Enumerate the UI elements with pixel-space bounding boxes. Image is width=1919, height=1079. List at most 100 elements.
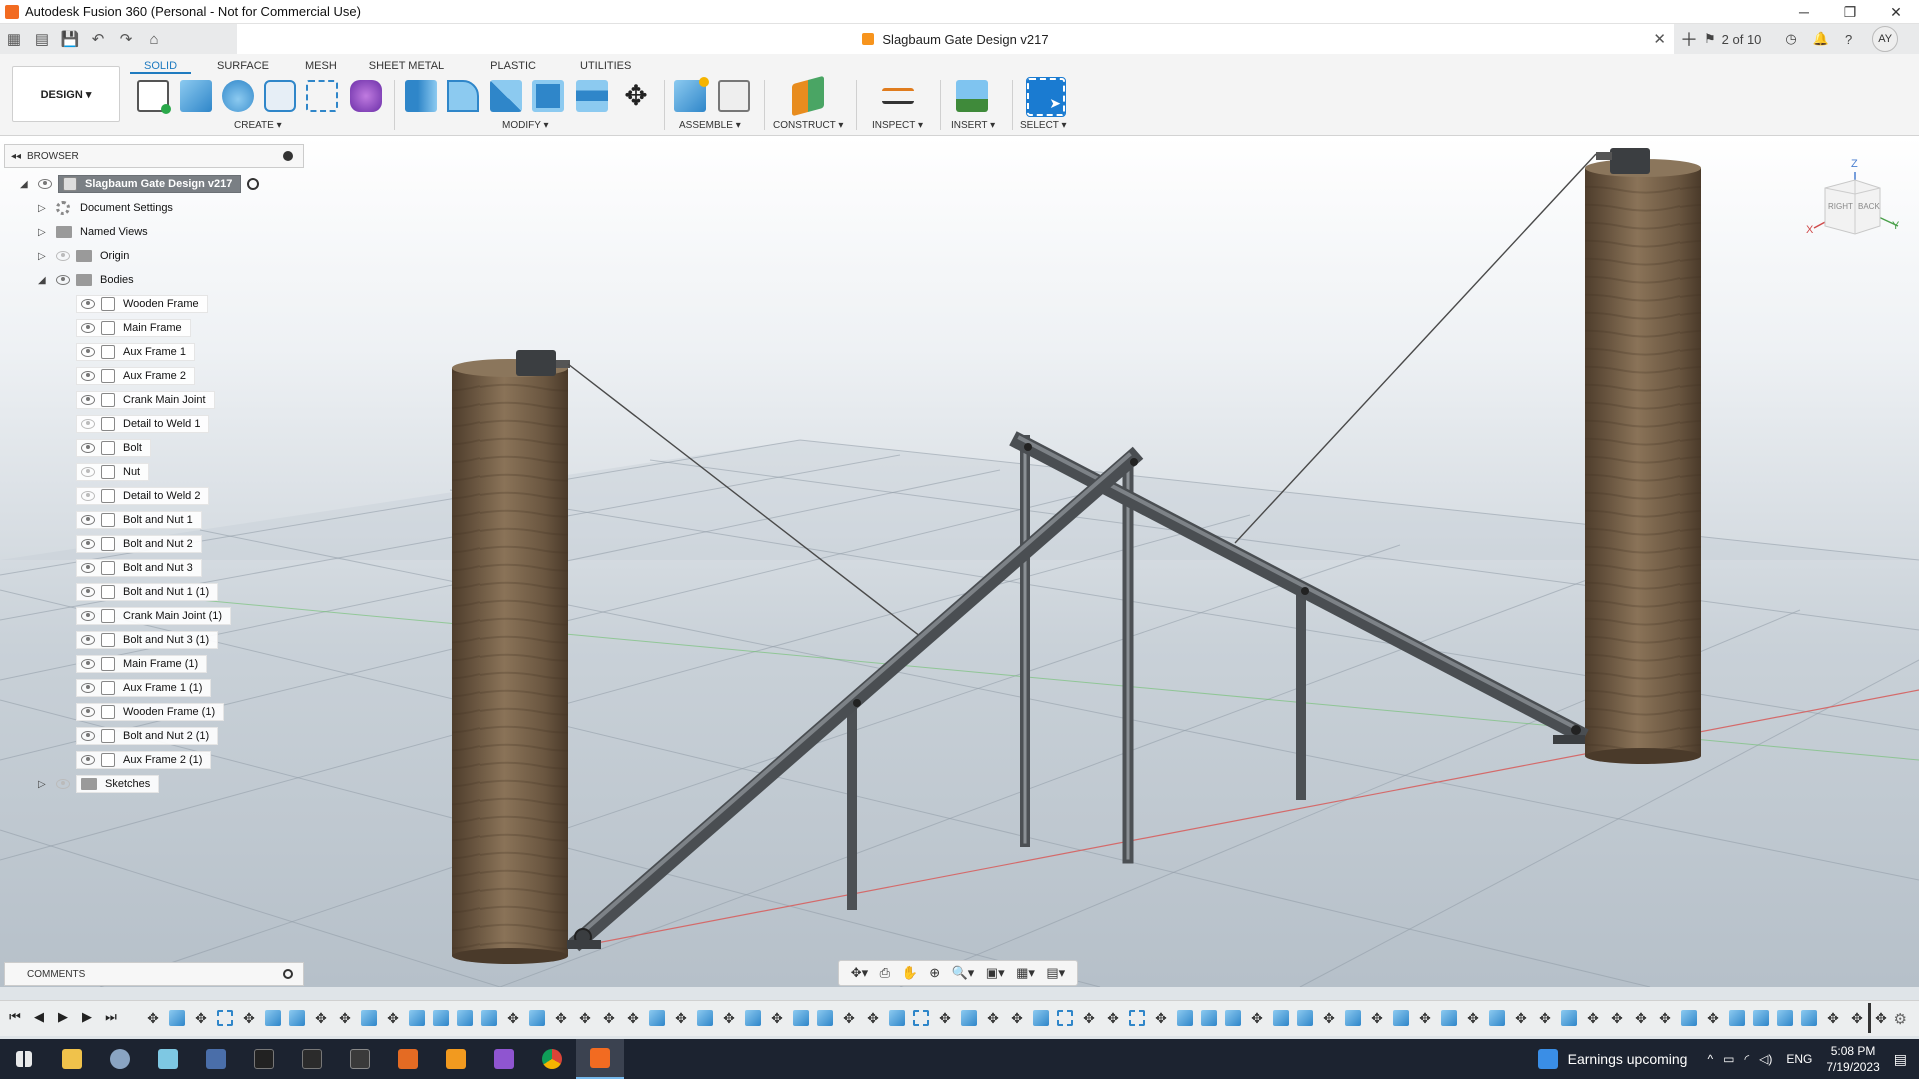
timeline-feature-box-icon[interactable] <box>361 1010 377 1026</box>
visual-studio-icon[interactable] <box>480 1039 528 1079</box>
timeline-feature-move-icon[interactable]: ✥ <box>1609 1010 1625 1026</box>
timeline-feature-move-icon[interactable]: ✥ <box>1537 1010 1553 1026</box>
visibility-eye-icon[interactable] <box>81 731 95 741</box>
timeline-feature-move-icon[interactable]: ✥ <box>193 1010 209 1026</box>
body-chip[interactable]: Aux Frame 2 <box>76 367 195 385</box>
new-tab-icon[interactable]: ＋ <box>1680 26 1698 52</box>
tree-body-item[interactable]: Bolt and Nut 3 (1) <box>76 630 219 650</box>
timeline-feature-move-icon[interactable]: ✥ <box>1081 1010 1097 1026</box>
timeline-feature-move-icon[interactable]: ✥ <box>1849 1010 1865 1026</box>
tab-sheet-metal[interactable]: SHEET METAL <box>355 58 458 74</box>
visibility-eye-icon[interactable] <box>81 611 95 621</box>
visibility-eye-icon[interactable] <box>81 395 95 405</box>
create-sketch-icon[interactable] <box>137 80 171 114</box>
body-chip[interactable]: Bolt <box>76 439 151 457</box>
timeline-feature-box-icon[interactable] <box>1033 1010 1049 1026</box>
tab-surface[interactable]: SURFACE <box>203 58 283 74</box>
body-chip[interactable]: Detail to Weld 2 <box>76 487 210 505</box>
viewcube-right-face[interactable]: RIGHT <box>1828 202 1853 211</box>
tree-body-item[interactable]: Crank Main Joint (1) <box>76 606 232 626</box>
terminal-icon[interactable] <box>240 1039 288 1079</box>
timeline-feature-box-icon[interactable] <box>289 1010 305 1026</box>
body-chip[interactable]: Main Frame (1) <box>76 655 208 673</box>
visibility-eye-icon[interactable] <box>81 563 95 573</box>
timeline-feature-box-icon[interactable] <box>1225 1010 1241 1026</box>
git-icon[interactable] <box>384 1039 432 1079</box>
visibility-eye-icon[interactable] <box>81 755 95 765</box>
file-menu-icon[interactable]: ▤ <box>28 24 56 54</box>
calculator-icon[interactable] <box>192 1039 240 1079</box>
press-pull-icon[interactable] <box>405 80 437 112</box>
timeline-feature-box-icon[interactable] <box>697 1010 713 1026</box>
tree-body-item[interactable]: Aux Frame 1 <box>76 342 195 362</box>
timeline-feature-move-icon[interactable]: ✥ <box>937 1010 953 1026</box>
body-chip[interactable]: Bolt and Nut 2 (1) <box>76 727 219 745</box>
timeline-feature-box-icon[interactable] <box>793 1010 809 1026</box>
fillet-icon[interactable] <box>447 80 479 112</box>
timeline-feature-move-icon[interactable]: ✥ <box>1417 1010 1433 1026</box>
expand-arrow-icon[interactable]: ▷ <box>38 251 52 262</box>
visibility-eye-icon[interactable] <box>81 539 95 549</box>
timeline-feature-box-icon[interactable] <box>961 1010 977 1026</box>
timeline-feature-box-icon[interactable] <box>529 1010 545 1026</box>
tree-body-item[interactable]: Wooden Frame <box>76 294 208 314</box>
timeline-feature-box-icon[interactable] <box>1345 1010 1361 1026</box>
timeline-feature-move-icon[interactable]: ✥ <box>505 1010 521 1026</box>
start-button[interactable] <box>0 1039 48 1079</box>
chamfer-icon[interactable] <box>490 80 522 112</box>
fusion-360-taskbar-icon[interactable] <box>576 1039 624 1079</box>
clock[interactable]: 5:08 PM 7/19/2023 <box>1826 1043 1879 1075</box>
timeline-feature-box-icon[interactable] <box>817 1010 833 1026</box>
tree-body-item[interactable]: Main Frame <box>76 318 191 338</box>
expand-arrow-icon[interactable]: ◢ <box>20 179 34 190</box>
tree-body-item[interactable]: Bolt and Nut 2 (1) <box>76 726 219 746</box>
expand-arrow-icon[interactable]: ▷ <box>38 203 52 214</box>
pan-icon[interactable]: ✋ <box>902 965 918 981</box>
tree-bodies[interactable]: ◢ Bodies <box>38 270 134 290</box>
combine-icon[interactable] <box>576 80 608 112</box>
browser-pin-icon[interactable] <box>283 151 293 161</box>
body-chip[interactable]: Bolt and Nut 3 (1) <box>76 631 219 649</box>
visibility-eye-icon[interactable] <box>56 251 70 261</box>
fit-icon[interactable]: 🔍▾ <box>952 965 975 981</box>
timeline-feature-box-icon[interactable] <box>1489 1010 1505 1026</box>
look-at-icon[interactable]: ⎙ <box>880 965 890 981</box>
timeline-feature-box-icon[interactable] <box>1681 1010 1697 1026</box>
inspect-menu[interactable]: INSPECT ▾ <box>872 120 923 131</box>
tree-body-item[interactable]: Crank Main Joint <box>76 390 215 410</box>
language-indicator[interactable]: ENG <box>1786 1052 1812 1066</box>
move-copy-icon[interactable]: ✥ <box>620 80 652 112</box>
timeline-feature-move-icon[interactable]: ✥ <box>337 1010 353 1026</box>
timeline-feature-move-icon[interactable]: ✥ <box>1873 1010 1889 1026</box>
timeline-feature-move-icon[interactable]: ✥ <box>673 1010 689 1026</box>
visibility-eye-icon[interactable] <box>81 467 95 477</box>
app-icon[interactable] <box>144 1039 192 1079</box>
create-form-icon[interactable] <box>350 80 382 112</box>
body-chip[interactable]: Bolt and Nut 1 <box>76 511 202 529</box>
timeline-feature-box-icon[interactable] <box>433 1010 449 1026</box>
powershell-icon[interactable] <box>288 1039 336 1079</box>
visibility-eye-icon[interactable] <box>56 779 70 789</box>
visibility-eye-icon[interactable] <box>81 515 95 525</box>
timeline-feature-box-icon[interactable] <box>649 1010 665 1026</box>
timeline-feature-move-icon[interactable]: ✥ <box>385 1010 401 1026</box>
comments-panel[interactable]: COMMENTS <box>4 962 304 986</box>
timeline-feature-move-icon[interactable]: ✥ <box>1321 1010 1337 1026</box>
tree-named-views[interactable]: ▷ Named Views <box>38 222 148 242</box>
notifications-bell-icon[interactable]: 🔔 <box>1813 31 1829 47</box>
zoom-icon[interactable]: ⊕ <box>929 965 940 981</box>
go-to-end-icon[interactable]: ⏭ <box>104 1009 118 1025</box>
timeline-feature-move-icon[interactable]: ✥ <box>313 1010 329 1026</box>
browser-header[interactable]: ◂◂ BROWSER <box>4 144 304 168</box>
tree-body-item[interactable]: Detail to Weld 2 <box>76 486 210 506</box>
volume-icon[interactable]: ◁) <box>1759 1052 1772 1066</box>
visibility-eye-icon[interactable] <box>81 587 95 597</box>
tree-body-item[interactable]: Nut <box>76 462 150 482</box>
timeline-feature-box-icon[interactable] <box>481 1010 497 1026</box>
body-chip[interactable]: Wooden Frame <box>76 295 208 313</box>
timeline-feature-move-icon[interactable]: ✥ <box>841 1010 857 1026</box>
viewcube-back-face[interactable]: BACK <box>1858 202 1880 211</box>
go-to-start-icon[interactable]: ⏮ <box>8 1009 22 1025</box>
timeline-feature-move-icon[interactable]: ✥ <box>1705 1010 1721 1026</box>
visibility-eye-icon[interactable] <box>81 299 95 309</box>
